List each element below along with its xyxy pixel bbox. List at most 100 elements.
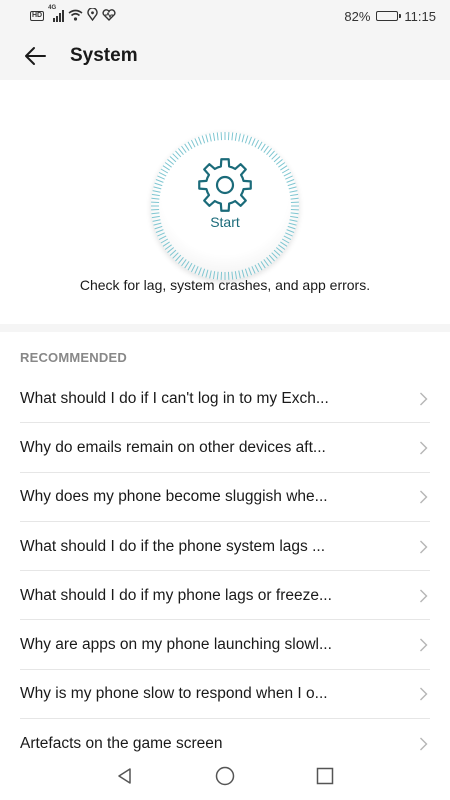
dial-tick bbox=[160, 238, 169, 244]
dial-tick bbox=[209, 133, 212, 142]
dial-tick bbox=[169, 156, 177, 163]
dial-tick bbox=[257, 141, 263, 150]
dial-tick bbox=[271, 153, 278, 160]
dial-tick bbox=[275, 247, 283, 253]
list-item[interactable]: What should I do if I can't log in to my… bbox=[0, 374, 450, 424]
start-label: Start bbox=[210, 214, 240, 230]
dial-tick bbox=[194, 266, 199, 274]
list-item[interactable]: Why is my phone slow to respond when I o… bbox=[0, 670, 450, 720]
dial-tick bbox=[248, 136, 252, 145]
dial-tick bbox=[187, 141, 193, 150]
dial-tick bbox=[288, 186, 297, 190]
dial-tick bbox=[155, 179, 164, 183]
list-item-label: Why are apps on my phone launching slowl… bbox=[20, 636, 332, 654]
dial-tick bbox=[231, 132, 234, 141]
dial-tick bbox=[205, 134, 209, 143]
dial-tick bbox=[257, 262, 263, 271]
dial-tick bbox=[175, 254, 182, 262]
home-circle-icon bbox=[215, 766, 235, 786]
dial-tick bbox=[244, 135, 249, 144]
list-item-label: Why is my phone slow to respond when I o… bbox=[20, 685, 328, 703]
nav-home-button[interactable] bbox=[205, 756, 245, 796]
dial-tick bbox=[290, 193, 299, 197]
chevron-right-icon bbox=[420, 638, 428, 652]
dial-tick bbox=[154, 182, 163, 187]
dial-tick bbox=[162, 241, 170, 247]
dial-tick bbox=[254, 264, 260, 273]
list-item[interactable]: Why are apps on my phone launching slowl… bbox=[0, 620, 450, 671]
dial-tick bbox=[175, 150, 182, 158]
dial-tick bbox=[251, 266, 256, 274]
chevron-right-icon bbox=[420, 490, 428, 504]
chevron-right-icon bbox=[420, 441, 428, 455]
dial-tick bbox=[158, 171, 167, 177]
app-bar: System bbox=[0, 32, 450, 80]
dial-tick bbox=[167, 247, 175, 253]
dial-tick bbox=[190, 264, 196, 273]
dial-tick bbox=[290, 197, 299, 200]
list-item-label: What should I do if I can't log in to my… bbox=[20, 389, 329, 407]
gear-icon bbox=[198, 158, 252, 212]
dial-tick bbox=[260, 261, 266, 269]
dial-tick bbox=[158, 235, 167, 241]
dial-tick bbox=[187, 262, 193, 271]
battery-percent: 82% bbox=[344, 8, 371, 24]
start-diagnostic-button[interactable]: Start bbox=[137, 118, 313, 294]
dial-tick bbox=[212, 132, 216, 141]
list-item-label: What should I do if my phone lags or fre… bbox=[20, 586, 332, 604]
dial-tick bbox=[201, 135, 206, 144]
dial-tick bbox=[285, 175, 293, 180]
dial-tick bbox=[248, 267, 252, 276]
back-button[interactable] bbox=[0, 32, 70, 80]
dial-tick bbox=[268, 254, 275, 262]
dial-tick bbox=[278, 162, 286, 168]
dial-tick bbox=[184, 143, 190, 151]
list-item[interactable]: Why does my phone become sluggish whe... bbox=[0, 473, 450, 523]
nav-back-button[interactable] bbox=[105, 756, 145, 796]
dial-tick bbox=[273, 249, 281, 256]
dial-tick bbox=[201, 268, 206, 277]
list-item[interactable]: What should I do if my phone lags or fre… bbox=[0, 571, 450, 621]
dial-tick bbox=[153, 186, 162, 190]
status-bar: HD 4G 82% 11:15 bbox=[0, 0, 450, 32]
hd-icon: HD bbox=[30, 11, 45, 21]
list-item[interactable]: What should I do if the phone system lag… bbox=[0, 522, 450, 572]
dial-tick bbox=[172, 153, 179, 160]
back-triangle-icon bbox=[118, 768, 131, 784]
battery-icon bbox=[376, 11, 402, 21]
location-icon bbox=[87, 7, 98, 24]
dial-tick bbox=[260, 143, 266, 151]
dial-tick bbox=[234, 132, 238, 141]
arrow-left-icon bbox=[25, 47, 46, 65]
dial-tick bbox=[286, 179, 295, 183]
dial-tick bbox=[266, 148, 272, 156]
dial-tick bbox=[273, 156, 281, 163]
dial-tick bbox=[198, 267, 202, 276]
dial-tick bbox=[286, 229, 295, 233]
dial-tick bbox=[194, 138, 199, 146]
dial-tick bbox=[181, 259, 187, 267]
dial-tick bbox=[271, 252, 278, 259]
dial-tick bbox=[172, 252, 179, 259]
dial-tick bbox=[283, 171, 292, 177]
chevron-right-icon bbox=[420, 737, 428, 751]
dial-tick bbox=[164, 244, 172, 250]
signal-icon: 4G bbox=[48, 5, 65, 22]
dial-tick bbox=[151, 197, 160, 200]
dial-tick bbox=[263, 145, 269, 153]
dial-tick bbox=[167, 159, 175, 165]
dial-tick bbox=[216, 132, 219, 141]
dial-tick bbox=[281, 168, 290, 174]
dial-tick bbox=[278, 244, 286, 250]
dial-tick bbox=[151, 193, 160, 197]
list-item-label: What should I do if the phone system lag… bbox=[20, 537, 325, 555]
dial-tick bbox=[280, 241, 288, 247]
list-item-label: Why do emails remain on other devices af… bbox=[20, 438, 326, 456]
page-title: System bbox=[70, 45, 138, 66]
list-item[interactable]: Why do emails remain on other devices af… bbox=[0, 423, 450, 473]
dial-tick bbox=[283, 235, 292, 241]
dial-tick bbox=[169, 249, 177, 256]
dial-tick bbox=[178, 256, 184, 264]
nav-recents-button[interactable] bbox=[305, 756, 345, 796]
dial-tick bbox=[268, 150, 275, 158]
